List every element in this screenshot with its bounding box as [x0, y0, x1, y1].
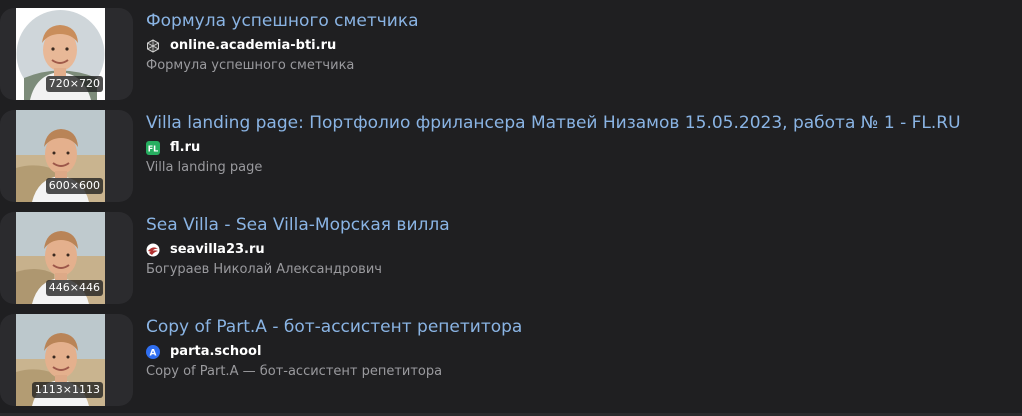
svg-text:FL: FL	[148, 145, 159, 154]
source-row: FL fl.ru	[146, 140, 200, 156]
source-domain-link[interactable]: seavilla23.ru	[170, 242, 265, 258]
source-row: A parta.school	[146, 344, 261, 360]
result-item: 446×446 Sea Villa - Sea Villa-Морская ви…	[0, 204, 1022, 306]
result-snippet: Copy of Part.A — бот-ассистент репетитор…	[146, 364, 443, 379]
result-title-link[interactable]: Copy of Part.A - бот-ассистент репетитор…	[146, 316, 522, 338]
source-domain-link[interactable]: parta.school	[170, 344, 261, 360]
result-snippet: Формула успешного сметчика	[146, 58, 355, 73]
fl-icon: FL	[146, 141, 160, 155]
thumbnail-image[interactable]: 446×446	[16, 212, 105, 304]
academia-cube-icon	[146, 39, 160, 53]
result-title-link[interactable]: Villa landing page: Портфолио фрилансера…	[146, 112, 961, 134]
thumbnail-image[interactable]: 720×720	[16, 8, 105, 100]
image-size-badge: 446×446	[45, 280, 103, 296]
seavilla-icon	[146, 243, 160, 257]
source-domain-link[interactable]: online.academia-bti.ru	[170, 38, 336, 54]
svg-text:A: A	[150, 349, 157, 359]
result-item: 1113×1113 Copy of Part.A - бот-ассистент…	[0, 306, 1022, 408]
image-size-badge: 1113×1113	[31, 382, 103, 398]
result-item: 600×600 Villa landing page: Портфолио фр…	[0, 102, 1022, 204]
source-domain-link[interactable]: fl.ru	[170, 140, 200, 156]
source-row: online.academia-bti.ru	[146, 38, 336, 54]
thumbnail-image[interactable]: 1113×1113	[16, 314, 105, 406]
image-size-badge: 600×600	[45, 178, 103, 194]
result-snippet: Villa landing page	[146, 160, 263, 175]
result-item: 720×720 Формула успешного сметчика onlin…	[0, 0, 1022, 102]
result-snippet: Богураев Николай Александрович	[146, 262, 382, 277]
source-row: seavilla23.ru	[146, 242, 265, 258]
result-title-link[interactable]: Формула успешного сметчика	[146, 10, 419, 32]
image-size-badge: 720×720	[45, 76, 103, 92]
image-search-results: 720×720 Формула успешного сметчика onlin…	[0, 0, 1022, 416]
result-title-link[interactable]: Sea Villa - Sea Villa-Морская вилла	[146, 214, 450, 236]
thumbnail-image[interactable]: 600×600	[16, 110, 105, 202]
parta-a-icon: A	[146, 345, 160, 359]
